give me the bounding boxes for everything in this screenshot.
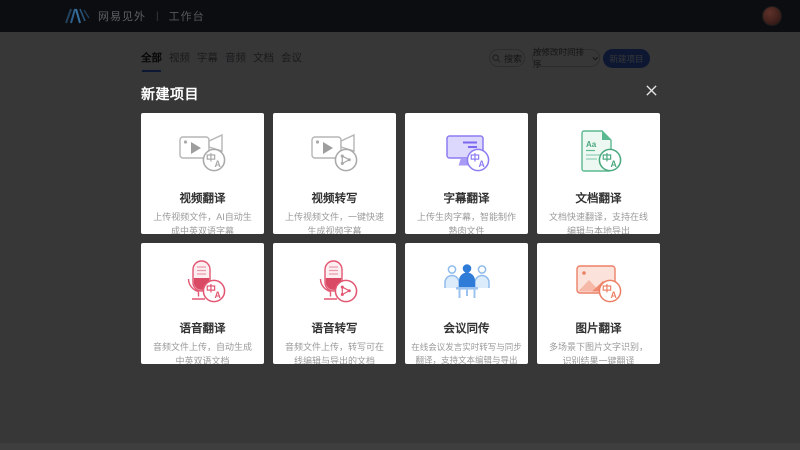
video-camera-translate-icon (175, 127, 231, 177)
card-title: 视频翻译 (141, 190, 264, 206)
card-description: 在线会议发言实时转写与同步翻译，支持文本编辑与导出 (405, 341, 528, 364)
project-type-grid: 视频翻译 上传视频文件，AI自动生成中英双语字幕 视频转写 上传视频文件，一键快… (141, 113, 660, 364)
meeting-people-icon (439, 257, 495, 307)
card-description: 上传视频文件，AI自动生成中英双语字幕 (141, 211, 264, 234)
microphone-translate-icon (175, 257, 231, 307)
brand-divider: | (156, 11, 159, 22)
microphone-transcribe-icon (307, 257, 363, 307)
card-description: 音频文件上传，转写可在线编辑与导出的文档 (273, 341, 396, 364)
video-camera-transcribe-icon (307, 127, 363, 177)
card-title: 文档翻译 (537, 190, 660, 206)
card-video-translate[interactable]: 视频翻译 上传视频文件，AI自动生成中英双语字幕 (141, 113, 264, 234)
card-description: 文档快速翻译，支持在线编辑与本地导出 (537, 211, 660, 234)
app-header: 网易见外 | 工作台 (0, 0, 800, 32)
close-button[interactable] (642, 81, 660, 99)
card-image-translate[interactable]: 图片翻译 多场景下图片文字识别，识别结果一键翻译 (537, 243, 660, 364)
close-icon (645, 84, 658, 97)
card-title: 语音转写 (273, 320, 396, 336)
card-title: 语音翻译 (141, 320, 264, 336)
monitor-subtitle-translate-icon (439, 127, 495, 177)
svg-text:Aa: Aa (586, 140, 597, 149)
document-translate-icon: Aa (571, 127, 627, 177)
picture-translate-icon (571, 257, 627, 307)
card-audio-transcribe[interactable]: 语音转写 音频文件上传，转写可在线编辑与导出的文档 (273, 243, 396, 364)
app-window: 网易见外 | 工作台 全部 视频 字幕 音频 文档 会议 搜索 按修改时间排序 (0, 0, 800, 450)
card-document-translate[interactable]: Aa 文档翻译 文档快速翻译，支持在线编辑与本地导出 (537, 113, 660, 234)
card-meeting-interpretation[interactable]: 会议同传 在线会议发言实时转写与同步翻译，支持文本编辑与导出 (405, 243, 528, 364)
card-description: 多场景下图片文字识别，识别结果一键翻译 (537, 341, 660, 364)
brand: 网易见外 | 工作台 (64, 6, 205, 26)
user-avatar[interactable] (762, 6, 782, 26)
card-audio-translate[interactable]: 语音翻译 音频文件上传，自动生成中英双语文档 (141, 243, 264, 364)
card-description: 上传视频文件，一键快速生成视频字幕 (273, 211, 396, 234)
workspace-label: 工作台 (169, 8, 205, 24)
brand-logo-icon (64, 6, 90, 26)
footer-bar (0, 443, 800, 450)
card-video-transcribe[interactable]: 视频转写 上传视频文件，一键快速生成视频字幕 (273, 113, 396, 234)
card-title: 图片翻译 (537, 320, 660, 336)
card-description: 上传生肉字幕，智能制作熟肉文件 (405, 211, 528, 234)
card-description: 音频文件上传，自动生成中英双语文档 (141, 341, 264, 364)
card-title: 字幕翻译 (405, 190, 528, 206)
card-subtitle-translate[interactable]: 字幕翻译 上传生肉字幕，智能制作熟肉文件 (405, 113, 528, 234)
brand-name: 网易见外 (98, 8, 146, 24)
card-title: 会议同传 (405, 320, 528, 336)
card-title: 视频转写 (273, 190, 396, 206)
modal-title: 新建项目 (141, 84, 199, 104)
